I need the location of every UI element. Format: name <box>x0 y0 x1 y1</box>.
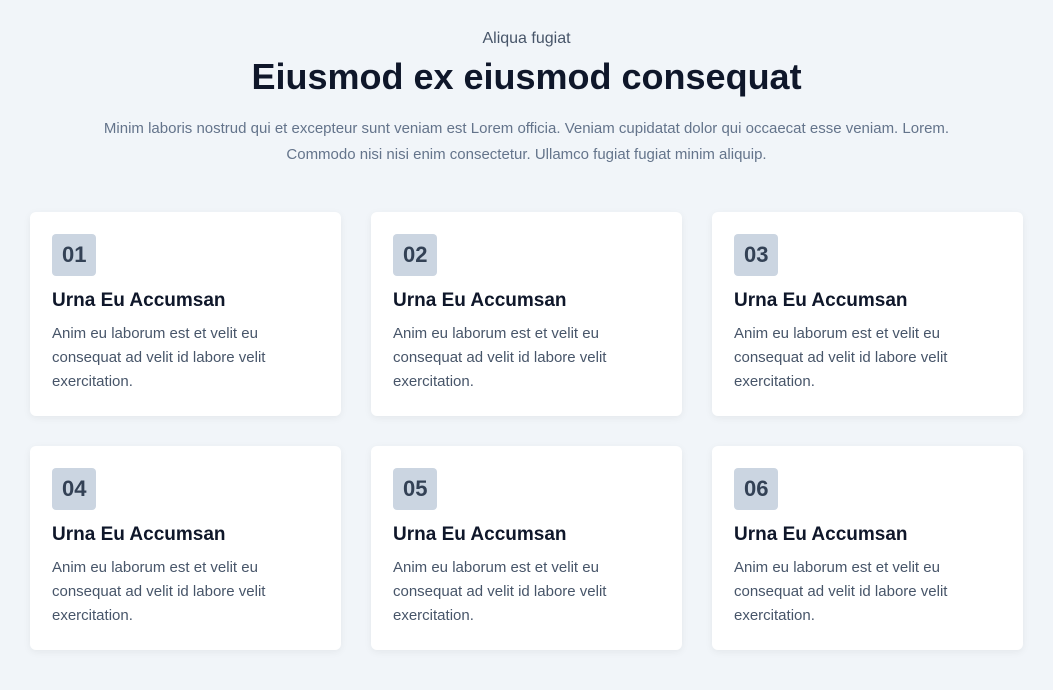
page-subtitle: Aliqua fugiat <box>30 30 1023 48</box>
card-number: 04 <box>52 468 96 510</box>
page-description: Minim laboris nostrud qui et excepteur s… <box>97 116 957 167</box>
feature-card: 05 Urna Eu Accumsan Anim eu laborum est … <box>371 446 682 650</box>
card-text: Anim eu laborum est et velit eu consequa… <box>734 556 1001 628</box>
card-number: 05 <box>393 468 437 510</box>
card-title: Urna Eu Accumsan <box>52 290 319 312</box>
card-text: Anim eu laborum est et velit eu consequa… <box>393 556 660 628</box>
card-title: Urna Eu Accumsan <box>393 524 660 546</box>
card-text: Anim eu laborum est et velit eu consequa… <box>734 322 1001 394</box>
card-number: 01 <box>52 234 96 276</box>
card-number: 06 <box>734 468 778 510</box>
cards-grid: 01 Urna Eu Accumsan Anim eu laborum est … <box>30 212 1023 650</box>
page-title: Eiusmod ex eiusmod consequat <box>30 56 1023 98</box>
card-text: Anim eu laborum est et velit eu consequa… <box>52 322 319 394</box>
card-text: Anim eu laborum est et velit eu consequa… <box>393 322 660 394</box>
card-text: Anim eu laborum est et velit eu consequa… <box>52 556 319 628</box>
feature-card: 04 Urna Eu Accumsan Anim eu laborum est … <box>30 446 341 650</box>
card-title: Urna Eu Accumsan <box>52 524 319 546</box>
feature-card: 06 Urna Eu Accumsan Anim eu laborum est … <box>712 446 1023 650</box>
card-number: 02 <box>393 234 437 276</box>
feature-card: 02 Urna Eu Accumsan Anim eu laborum est … <box>371 212 682 416</box>
page-header: Aliqua fugiat Eiusmod ex eiusmod consequ… <box>30 30 1023 167</box>
feature-card: 03 Urna Eu Accumsan Anim eu laborum est … <box>712 212 1023 416</box>
card-number: 03 <box>734 234 778 276</box>
card-title: Urna Eu Accumsan <box>734 290 1001 312</box>
card-title: Urna Eu Accumsan <box>393 290 660 312</box>
card-title: Urna Eu Accumsan <box>734 524 1001 546</box>
feature-card: 01 Urna Eu Accumsan Anim eu laborum est … <box>30 212 341 416</box>
